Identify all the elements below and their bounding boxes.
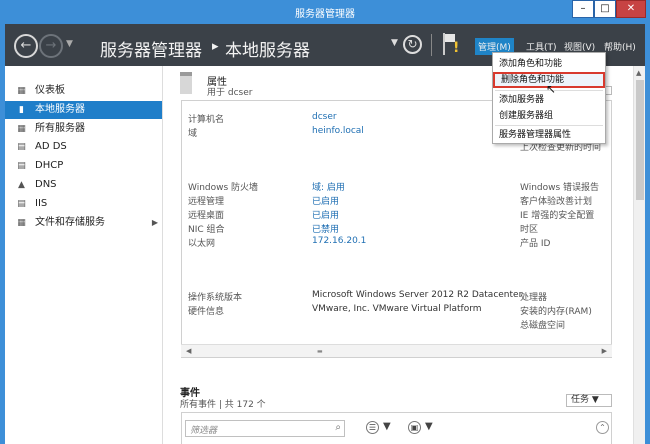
prop-value-os-version: Microsoft Windows Server 2012 R2 Datacen… (312, 290, 523, 300)
events-tasks-button[interactable]: 任务 ▼ (566, 394, 612, 407)
mouse-cursor-icon: ↖ (546, 82, 557, 96)
search-icon[interactable]: ⌕ (335, 422, 341, 433)
list-options-icon[interactable]: ☰ (366, 421, 379, 434)
prop-label-timezone: 时区 (520, 225, 539, 235)
sidebar-item-label: 本地服务器 (35, 104, 85, 115)
prop-label-ram: 安装的内存(RAM) (520, 307, 592, 317)
save-query-icon[interactable]: ▣ (408, 421, 421, 434)
prop-value-computer-name[interactable]: dcser (312, 112, 337, 122)
server-icon: ▮ (19, 105, 24, 115)
window-border-right (645, 24, 650, 444)
scroll-right-icon[interactable]: ▶ (602, 347, 607, 355)
breadcrumb-current: 本地服务器 (225, 41, 310, 61)
prop-value-remote-management[interactable]: 已启用 (312, 194, 339, 207)
sidebar-item-dashboard[interactable]: ▦ 仪表板 (5, 82, 162, 100)
prop-label-disk: 总磁盘空间 (520, 321, 566, 331)
dhcp-icon: ▤ (17, 161, 26, 171)
sidebar-item-label: IIS (35, 198, 48, 209)
sidebar-item-iis[interactable]: ▤ IIS (5, 195, 162, 213)
sidebar-item-label: DHCP (35, 160, 64, 171)
prop-label-remote-management: 远程管理 (188, 197, 225, 207)
prop-label-nic-teaming: NIC 组合 (188, 225, 225, 235)
menu-help[interactable]: 帮助(H) (601, 38, 639, 55)
menu-separator (495, 125, 603, 126)
sidebar-item-label: AD DS (35, 141, 67, 152)
save-query-caret-icon[interactable]: ▼ (425, 421, 433, 432)
refresh-icon[interactable]: ↻ (403, 35, 422, 54)
prop-value-firewall[interactable]: 域: 启用 (312, 180, 345, 193)
list-options-caret-icon[interactable]: ▼ (383, 421, 391, 432)
prop-label-product-id: 产品 ID (520, 239, 551, 249)
sidebar-item-label: DNS (35, 179, 57, 190)
back-arrow-icon[interactable]: ← (14, 34, 38, 58)
events-filter-input[interactable]: 筛选器 ⌕ (185, 420, 345, 437)
prop-label-ethernet: 以太网 (188, 239, 216, 249)
warning-icon[interactable]: ! (453, 40, 459, 56)
manage-dropdown-menu: 添加角色和功能 删除角色和功能 添加服务器 创建服务器组 服务器管理器属性 (492, 52, 606, 144)
scroll-left-icon[interactable]: ◀ (186, 347, 191, 355)
dns-icon: ▲ (18, 180, 25, 190)
sidebar-item-dhcp[interactable]: ▤ DHCP (5, 157, 162, 175)
prop-value-remote-desktop[interactable]: 已启用 (312, 208, 339, 221)
prop-value-domain[interactable]: heinfo.local (312, 126, 364, 136)
prop-label-computer-name: 计算机名 (188, 115, 225, 125)
sidebar-item-dns[interactable]: ▲ DNS (5, 176, 162, 194)
sidebar-item-label: 所有服务器 (35, 123, 85, 134)
breadcrumb-separator-icon: ▸ (212, 39, 219, 54)
menu-item-add-roles[interactable]: 添加角色和功能 (493, 56, 605, 72)
prop-label-firewall: Windows 防火墙 (188, 183, 259, 193)
sidebar-item-file-storage[interactable]: ▦ 文件和存储服务 ▶ (5, 214, 162, 232)
prop-label-hardware: 硬件信息 (188, 307, 225, 317)
scrollbar-thumb[interactable] (636, 80, 644, 200)
expand-icon[interactable]: ⌃ (596, 421, 609, 434)
sidebar-item-all-servers[interactable]: ▦ 所有服务器 (5, 120, 162, 138)
scrollbar-grip[interactable]: ▬ (317, 348, 323, 355)
minimize-button[interactable]: – (572, 0, 594, 18)
sidebar: ▦ 仪表板 ▮ 本地服务器 ▦ 所有服务器 ▤ AD DS ▤ DHCP ▲ D… (5, 66, 163, 444)
expand-arrow-icon[interactable]: ▶ (152, 214, 158, 232)
history-dropdown-icon[interactable]: ▼ (66, 39, 73, 49)
ad-ds-icon: ▤ (17, 142, 26, 152)
prop-label-ceip: 客户体验改善计划 (520, 197, 593, 207)
prop-value-nic-teaming[interactable]: 已禁用 (312, 222, 339, 235)
forward-arrow-icon[interactable]: → (39, 34, 63, 58)
breadcrumb-dropdown-icon[interactable]: ▼ (391, 38, 398, 48)
breadcrumb-root[interactable]: 服务器管理器 (100, 36, 202, 61)
file-storage-icon: ▦ (17, 218, 26, 228)
filter-placeholder: 筛选器 (190, 426, 218, 436)
close-button[interactable]: ✕ (616, 0, 646, 18)
events-count: 所有事件 | 共 172 个 (180, 400, 266, 410)
scroll-up-icon[interactable]: ▲ (636, 69, 641, 77)
header-divider (431, 34, 432, 56)
prop-label-domain: 域 (188, 129, 198, 139)
prop-value-ethernet[interactable]: 172.16.20.1 (312, 236, 366, 246)
sidebar-item-local-server[interactable]: ▮ 本地服务器 (5, 101, 162, 119)
dashboard-icon: ▦ (17, 86, 26, 96)
prop-label-ie-esc: IE 增强的安全配置 (520, 211, 595, 221)
properties-subtitle: 用于 dcser (207, 88, 253, 98)
sidebar-item-ad-ds[interactable]: ▤ AD DS (5, 138, 162, 156)
window-title: 服务器管理器 (295, 9, 355, 20)
prop-label-error-reporting: Windows 错误报告 (520, 183, 600, 193)
iis-icon: ▤ (17, 199, 26, 209)
prop-label-remote-desktop: 远程桌面 (188, 211, 225, 221)
menu-item-server-manager-properties[interactable]: 服务器管理器属性 (493, 127, 605, 143)
prop-value-hardware: VMware, Inc. VMware Virtual Platform (312, 304, 482, 314)
menu-item-create-server-group[interactable]: 创建服务器组 (493, 108, 605, 124)
servers-icon: ▦ (17, 124, 26, 134)
properties-icon (180, 72, 192, 94)
prop-label-os-version: 操作系统版本 (188, 293, 243, 303)
prop-label-processor: 处理器 (520, 293, 548, 303)
maximize-button[interactable]: □ (594, 0, 616, 18)
horizontal-scrollbar[interactable]: ◀ ▬ ▶ (181, 344, 612, 357)
window-titlebar: 服务器管理器 – □ ✕ (0, 0, 650, 24)
sidebar-item-label: 文件和存储服务 (35, 217, 105, 228)
sidebar-item-label: 仪表板 (35, 85, 65, 96)
vertical-scrollbar[interactable]: ▲ (633, 66, 645, 444)
